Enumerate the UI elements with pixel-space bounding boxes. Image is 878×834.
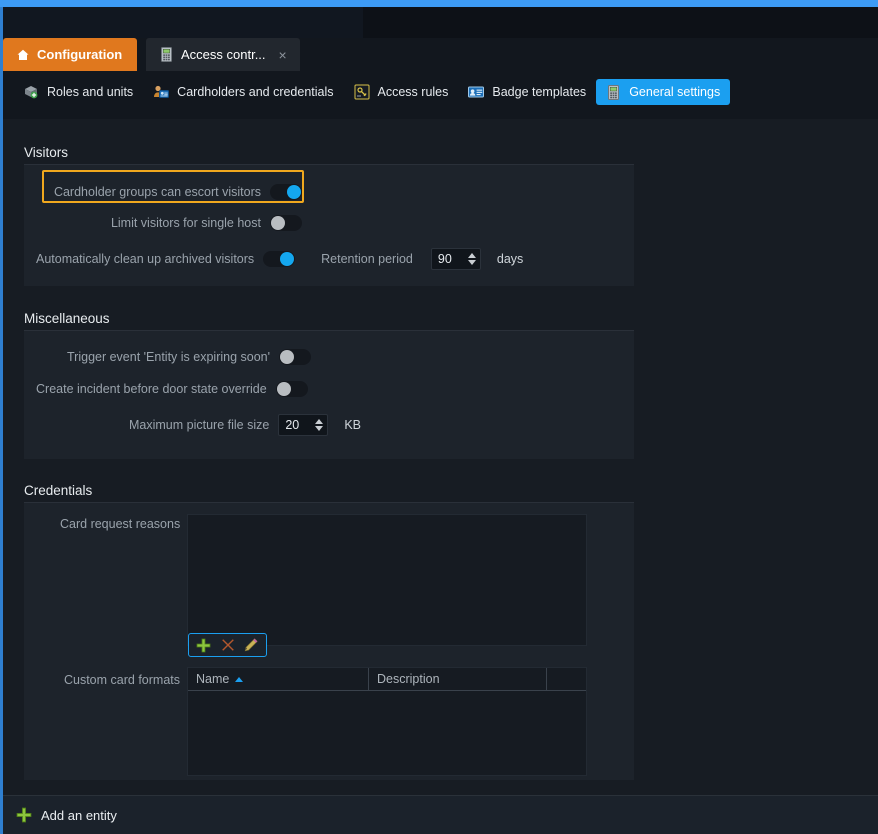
column-header-description[interactable]: Description bbox=[369, 668, 547, 690]
chevron-down-icon bbox=[468, 260, 476, 265]
sidebar-item-roles-and-units-label: Roles and units bbox=[47, 85, 133, 99]
card-request-reasons-toolbar bbox=[188, 633, 267, 657]
row-trigger-event-expiring-soon: Trigger event 'Entity is expiring soon' bbox=[67, 343, 311, 371]
main-tab-strip: Configuration Acces bbox=[3, 38, 878, 71]
limit-visitors-single-host-toggle[interactable] bbox=[270, 215, 302, 231]
plus-icon bbox=[16, 807, 32, 823]
tab-configuration[interactable]: Configuration bbox=[3, 38, 137, 71]
row-maximum-picture-file-size: Maximum picture file size 20 KB bbox=[129, 413, 361, 437]
escort-visitors-toggle[interactable] bbox=[270, 184, 302, 200]
row-maximum-picture-file-size-label: Maximum picture file size bbox=[129, 418, 269, 432]
access-control-icon bbox=[159, 47, 174, 62]
pencil-icon bbox=[244, 638, 258, 652]
row-auto-cleanup-archived-visitors: Automatically clean up archived visitors… bbox=[36, 245, 523, 273]
sidebar-item-cardholders-and-credentials-label: Cardholders and credentials bbox=[177, 85, 333, 99]
roles-units-icon bbox=[23, 84, 39, 100]
section-title-miscellaneous: Miscellaneous bbox=[24, 311, 110, 326]
chevron-up-icon bbox=[315, 419, 323, 424]
column-header-name-label: Name bbox=[196, 672, 229, 686]
tab-access-control[interactable]: Access contr... × bbox=[146, 38, 300, 71]
cardholders-icon bbox=[153, 84, 169, 100]
trigger-event-toggle[interactable] bbox=[279, 349, 311, 365]
row-limit-visitors-single-host: Limit visitors for single host bbox=[47, 209, 302, 237]
max-picture-spin-arrows[interactable] bbox=[311, 415, 327, 435]
row-limit-visitors-single-host-label: Limit visitors for single host bbox=[111, 216, 261, 230]
application-window: Configuration Acces bbox=[0, 0, 878, 834]
section-title-credentials: Credentials bbox=[24, 483, 92, 498]
column-header-extra[interactable] bbox=[547, 668, 586, 690]
custom-card-formats-table[interactable]: Name Description bbox=[187, 667, 587, 776]
sort-ascending-icon bbox=[235, 677, 243, 682]
maximum-picture-file-size-unit: KB bbox=[344, 418, 361, 432]
custom-card-formats-table-header: Name Description bbox=[188, 668, 586, 691]
card-request-reasons-list[interactable] bbox=[187, 514, 587, 646]
ribbon-bar: Roles and units Cardholders and credenti… bbox=[3, 71, 878, 119]
sidebar-item-access-rules[interactable]: Access rules bbox=[344, 79, 459, 105]
sub-tab-list: Roles and units Cardholders and credenti… bbox=[13, 79, 730, 105]
sidebar-item-general-settings-label: General settings bbox=[629, 85, 720, 99]
delete-button[interactable] bbox=[217, 635, 239, 655]
retention-period-value: 90 bbox=[438, 252, 464, 266]
custom-card-formats-label: Custom card formats bbox=[60, 673, 180, 687]
card-request-reasons-label: Card request reasons bbox=[60, 517, 180, 531]
x-icon bbox=[221, 638, 235, 652]
maximum-picture-file-size-stepper[interactable]: 20 bbox=[278, 414, 328, 436]
home-icon bbox=[16, 48, 30, 62]
title-bar-shade bbox=[3, 7, 363, 38]
sidebar-item-access-rules-label: Access rules bbox=[378, 85, 449, 99]
tab-configuration-label: Configuration bbox=[37, 47, 122, 62]
add-button[interactable] bbox=[193, 635, 215, 655]
retention-period-label: Retention period bbox=[321, 252, 413, 266]
settings-content-area: Visitors Cardholder groups can escort vi… bbox=[3, 119, 878, 795]
window-top-accent-bar bbox=[0, 0, 878, 7]
chevron-up-icon bbox=[468, 253, 476, 258]
chevron-down-icon bbox=[315, 426, 323, 431]
sidebar-item-general-settings[interactable]: General settings bbox=[596, 79, 730, 105]
column-header-name[interactable]: Name bbox=[188, 668, 369, 690]
sidebar-item-roles-and-units[interactable]: Roles and units bbox=[13, 79, 143, 105]
column-header-description-label: Description bbox=[377, 672, 440, 686]
badge-templates-icon bbox=[468, 84, 484, 100]
retention-period-spin-arrows[interactable] bbox=[464, 249, 480, 269]
row-escort-visitors: Cardholder groups can escort visitors bbox=[47, 177, 302, 207]
row-auto-cleanup-label: Automatically clean up archived visitors bbox=[36, 252, 254, 266]
retention-period-unit: days bbox=[497, 252, 523, 266]
row-create-incident-label: Create incident before door state overri… bbox=[36, 382, 267, 396]
plus-icon bbox=[196, 638, 211, 653]
auto-cleanup-toggle[interactable] bbox=[263, 251, 295, 267]
retention-period-stepper[interactable]: 90 bbox=[431, 248, 481, 270]
edit-button[interactable] bbox=[240, 635, 262, 655]
bottom-action-bar: Add an entity bbox=[3, 795, 878, 834]
row-escort-visitors-label: Cardholder groups can escort visitors bbox=[54, 185, 261, 199]
close-icon[interactable]: × bbox=[279, 48, 287, 62]
row-trigger-event-label: Trigger event 'Entity is expiring soon' bbox=[67, 350, 270, 364]
add-an-entity-button[interactable]: Add an entity bbox=[16, 807, 117, 823]
section-title-visitors: Visitors bbox=[24, 145, 68, 160]
general-settings-icon bbox=[606, 85, 621, 100]
row-create-incident-door-override: Create incident before door state overri… bbox=[36, 375, 308, 403]
sidebar-item-badge-templates[interactable]: Badge templates bbox=[458, 79, 596, 105]
maximum-picture-file-size-value: 20 bbox=[285, 418, 311, 432]
add-an-entity-label: Add an entity bbox=[41, 808, 117, 823]
sidebar-item-badge-templates-label: Badge templates bbox=[492, 85, 586, 99]
tab-access-control-label: Access contr... bbox=[181, 47, 266, 62]
access-rules-icon bbox=[354, 84, 370, 100]
create-incident-toggle[interactable] bbox=[276, 381, 308, 397]
sidebar-item-cardholders-and-credentials[interactable]: Cardholders and credentials bbox=[143, 79, 343, 105]
